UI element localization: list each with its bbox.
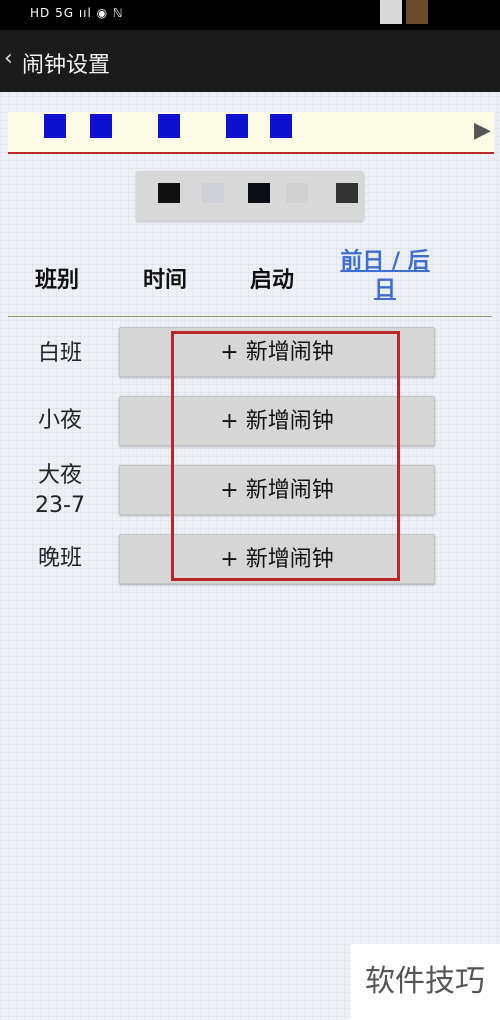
play-icon[interactable]: ▶ [474, 118, 491, 143]
redaction-block [158, 114, 180, 138]
redaction-block [44, 114, 66, 138]
header-shift: 班别 [35, 268, 80, 293]
status-indicators [380, 0, 428, 24]
redaction-block [248, 183, 270, 203]
shift-label: 大夜 23-7 [35, 463, 85, 518]
redaction-block [286, 183, 308, 203]
prev-next-day-link[interactable]: 前日 / 后日 [330, 248, 440, 304]
header-time: 时间 [143, 268, 188, 293]
redaction-block [202, 183, 224, 203]
redaction-block [158, 183, 180, 203]
add-alarm-button[interactable]: + 新增闹钟 [119, 534, 435, 584]
back-icon[interactable]: ‹ [4, 46, 13, 71]
table-header: 班别 时间 启动 前日 / 后日 [0, 248, 500, 318]
alarm-row-late: 晚班 + 新增闹钟 [0, 534, 500, 586]
header-enable: 启动 [250, 268, 295, 293]
redaction-block [226, 114, 248, 138]
shift-label: 晚班 [37, 546, 82, 571]
status-bar: HD 5G ııl ◉ ℕ [0, 0, 500, 30]
alarm-row-day: 白班 + 新增闹钟 [0, 327, 500, 379]
title-bar: ‹ 闹钟设置 [0, 30, 500, 92]
add-alarm-button[interactable]: + 新增闹钟 [119, 327, 435, 377]
alarm-row-evening: 小夜 + 新增闹钟 [0, 396, 500, 448]
watermark: 软件技巧 [350, 944, 500, 1020]
date-selector[interactable] [136, 171, 364, 221]
shift-label: 白班 [37, 341, 82, 366]
notice-banner: ▶ [8, 112, 494, 154]
page-title: 闹钟设置 [22, 53, 111, 78]
redaction-block [270, 114, 292, 138]
redaction-block [90, 114, 112, 138]
add-alarm-button[interactable]: + 新增闹钟 [119, 465, 435, 515]
redaction-block [336, 183, 358, 203]
add-alarm-button[interactable]: + 新增闹钟 [119, 396, 435, 446]
alarm-row-night: 大夜 23-7 + 新增闹钟 [0, 463, 500, 525]
header-divider [8, 316, 492, 317]
shift-label: 小夜 [37, 408, 82, 433]
status-icons: HD 5G ııl ◉ ℕ [30, 6, 124, 20]
